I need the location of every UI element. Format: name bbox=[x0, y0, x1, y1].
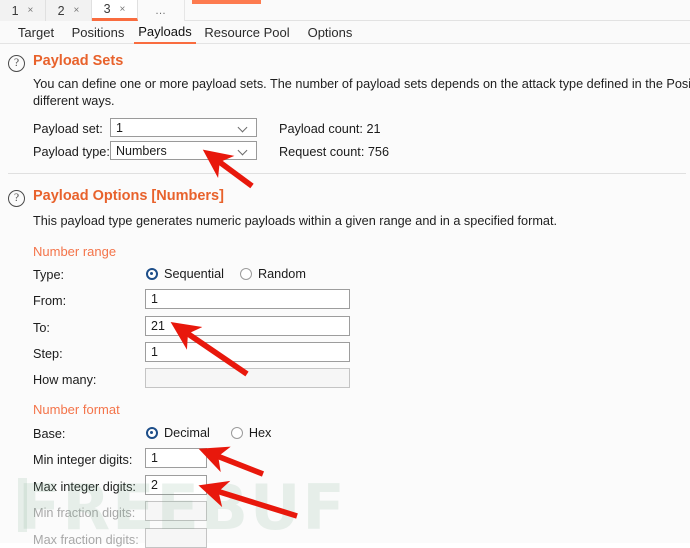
payload-set-select[interactable]: 1 bbox=[110, 118, 257, 137]
main-tab-bar: Target Positions Payloads Resource Pool … bbox=[0, 21, 690, 44]
tab-resource-pool[interactable]: Resource Pool bbox=[200, 21, 294, 44]
radio-decimal-label: Decimal bbox=[164, 426, 210, 440]
payloads-panel-body: ? Payload Sets You can define one or mor… bbox=[0, 44, 690, 548]
radio-sequential-dot bbox=[146, 268, 158, 280]
payload-count-label: Payload count: 21 bbox=[279, 122, 381, 136]
base-label: Base: bbox=[33, 427, 66, 441]
payload-set-label: Payload set: bbox=[33, 122, 103, 136]
how-many-label: How many: bbox=[33, 373, 97, 387]
radio-hex-dot bbox=[230, 427, 243, 439]
step-label: Step: bbox=[33, 347, 63, 361]
tab-target[interactable]: Target bbox=[10, 21, 62, 44]
section-divider bbox=[8, 173, 686, 174]
radio-random-dot bbox=[239, 268, 252, 280]
attack-tab-1[interactable]: 1 × bbox=[0, 0, 46, 21]
tab-positions-label: Positions bbox=[71, 25, 125, 40]
max-integer-digits-value: 2 bbox=[151, 478, 158, 492]
attack-tab-2-label: 2 bbox=[57, 3, 65, 18]
payload-sets-title: Payload Sets bbox=[33, 53, 124, 69]
tab-payloads[interactable]: Payloads bbox=[134, 21, 196, 44]
attack-tab-2[interactable]: 2 × bbox=[46, 0, 92, 21]
min-fraction-digits-label: Min fraction digits: bbox=[33, 506, 136, 520]
payload-type-value: Numbers bbox=[116, 143, 167, 158]
payload-type-select[interactable]: Numbers bbox=[110, 141, 257, 160]
attack-tab-1-close-icon[interactable]: × bbox=[28, 5, 34, 16]
tab-target-label: Target bbox=[17, 25, 55, 40]
payload-set-value: 1 bbox=[116, 120, 123, 135]
radio-random-label: Random bbox=[257, 267, 306, 281]
payload-sets-description-line-1: You can define one or more payload sets.… bbox=[33, 77, 690, 91]
min-integer-digits-input[interactable]: 1 bbox=[145, 448, 207, 468]
number-range-type-label: Type: bbox=[33, 268, 65, 282]
from-label: From: bbox=[33, 294, 67, 308]
payload-type-label: Payload type: bbox=[33, 145, 110, 159]
max-integer-digits-input[interactable]: 2 bbox=[145, 475, 207, 495]
payload-sets-description-line-2: different ways. bbox=[33, 94, 115, 108]
tab-resource-pool-label: Resource Pool bbox=[204, 25, 290, 40]
from-input[interactable]: 1 bbox=[145, 289, 350, 309]
attack-tab-overflow-label: … bbox=[155, 4, 167, 17]
radio-decimal-dot bbox=[146, 427, 158, 439]
attack-tab-overflow[interactable]: … bbox=[138, 0, 185, 21]
step-input-value: 1 bbox=[151, 345, 158, 359]
step-input[interactable]: 1 bbox=[145, 342, 350, 362]
max-fraction-digits-label: Max fraction digits: bbox=[33, 533, 139, 547]
radio-decimal[interactable]: Decimal bbox=[146, 426, 210, 440]
clipped-tab-indicator bbox=[192, 0, 261, 4]
radio-hex-label: Hex bbox=[248, 426, 272, 440]
base-radio-group: Decimal Hex bbox=[146, 426, 271, 440]
chevron-down-icon bbox=[238, 122, 250, 134]
attack-tab-3[interactable]: 3 × bbox=[92, 0, 138, 21]
payload-options-help-icon[interactable]: ? bbox=[8, 190, 25, 207]
tab-options[interactable]: Options bbox=[300, 21, 360, 44]
min-fraction-digits-input[interactable] bbox=[145, 501, 207, 521]
attack-tab-strip: 1 × 2 × 3 × … bbox=[0, 0, 690, 21]
radio-hex[interactable]: Hex bbox=[230, 426, 272, 440]
payload-options-title: Payload Options [Numbers] bbox=[33, 188, 224, 204]
tab-payloads-label: Payloads bbox=[138, 24, 192, 39]
to-label: To: bbox=[33, 321, 50, 335]
number-range-section-label: Number range bbox=[33, 244, 117, 259]
attack-tab-3-label: 3 bbox=[103, 2, 111, 16]
from-input-value: 1 bbox=[151, 292, 158, 306]
radio-sequential[interactable]: Sequential bbox=[146, 267, 224, 281]
tab-options-label: Options bbox=[307, 25, 353, 40]
tab-positions[interactable]: Positions bbox=[65, 21, 131, 44]
max-fraction-digits-input[interactable] bbox=[145, 528, 207, 548]
chevron-down-icon bbox=[238, 145, 250, 157]
number-range-type-radio-group: Sequential Random bbox=[146, 267, 306, 281]
min-integer-digits-value: 1 bbox=[151, 451, 158, 465]
attack-tab-2-close-icon[interactable]: × bbox=[74, 5, 80, 16]
payload-options-description: This payload type generates numeric payl… bbox=[33, 214, 558, 228]
radio-random[interactable]: Random bbox=[239, 267, 306, 281]
burp-intruder-payloads-panel: 1 × 2 × 3 × … Target Positions Payloads … bbox=[0, 0, 690, 548]
min-integer-digits-label: Min integer digits: bbox=[33, 453, 133, 467]
payload-sets-help-icon[interactable]: ? bbox=[8, 55, 25, 72]
to-input-value: 21 bbox=[151, 319, 165, 333]
to-input[interactable]: 21 bbox=[145, 316, 350, 336]
number-format-section-label: Number format bbox=[33, 402, 120, 417]
request-count-label: Request count: 756 bbox=[279, 145, 390, 159]
max-integer-digits-label: Max integer digits: bbox=[33, 480, 136, 494]
radio-sequential-label: Sequential bbox=[164, 267, 224, 281]
attack-tab-3-close-icon[interactable]: × bbox=[120, 4, 126, 15]
attack-tab-1-label: 1 bbox=[11, 3, 19, 18]
how-many-input[interactable] bbox=[145, 368, 350, 388]
